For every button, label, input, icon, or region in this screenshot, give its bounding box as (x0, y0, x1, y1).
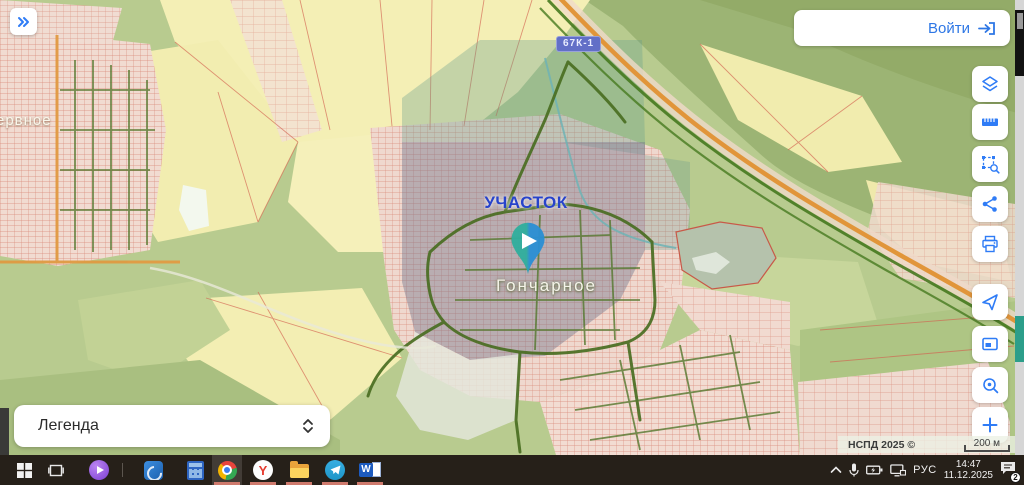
chrome-button[interactable] (212, 455, 242, 485)
mail-app-button[interactable] (138, 455, 168, 485)
legend-dropdown[interactable]: Легенда (14, 405, 330, 447)
file-explorer-button[interactable] (284, 455, 314, 485)
clock-time: 14:47 (944, 459, 993, 470)
yandex-browser-icon: Y (253, 460, 273, 480)
area-search-button[interactable] (972, 146, 1008, 182)
copyright-text: НСПД 2025 © (848, 439, 915, 451)
notification-count-badge: 2 (1010, 472, 1021, 483)
task-view-icon (48, 463, 64, 478)
map-canvas[interactable]: УЧАСТОК Гончарное ервное 67К-1 Войти (0, 0, 1024, 455)
word-button[interactable]: W (354, 455, 386, 485)
login-button[interactable]: Войти (794, 10, 1010, 46)
scale-bar: 200 м (964, 438, 1010, 452)
scrollbar-thumb[interactable] (1017, 13, 1023, 29)
minimap-icon (980, 334, 1000, 354)
expand-sidebar-button[interactable] (10, 8, 37, 35)
settlement-map-label: Гончарное (496, 276, 597, 296)
taskbar-separator (122, 463, 123, 477)
locate-me-button[interactable] (972, 284, 1008, 320)
telegram-button[interactable] (320, 455, 350, 485)
printer-icon (980, 234, 1000, 254)
alisa-icon (89, 460, 109, 480)
language-indicator[interactable]: РУС (913, 464, 937, 476)
plus-icon (980, 415, 1000, 435)
mail-app-icon (144, 461, 163, 480)
legend-label: Легенда (38, 417, 99, 435)
double-chevron-right-icon (16, 14, 32, 30)
map-attribution: НСПД 2025 © 200 м (838, 436, 1016, 453)
window-edge-green-segment (1015, 316, 1024, 362)
layers-icon (980, 74, 1000, 94)
search-magnifier-icon (980, 375, 1000, 395)
calculator-icon (187, 461, 204, 480)
share-icon (980, 194, 1000, 214)
display-icon[interactable] (890, 464, 906, 477)
telegram-icon (325, 460, 345, 480)
notification-center-button[interactable]: 2 (1000, 461, 1016, 480)
battery-icon[interactable] (866, 464, 883, 476)
alisa-assistant-button[interactable] (84, 455, 114, 485)
system-tray: РУС 14:47 11.12.2025 2 (830, 455, 1016, 485)
polygon-search-icon (980, 154, 1000, 174)
microphone-icon[interactable] (849, 463, 859, 477)
settlement-partial-label: ервное (0, 112, 52, 129)
location-pin-icon[interactable] (506, 222, 550, 276)
clock-date: 11.12.2025 (944, 470, 993, 481)
calculator-button[interactable] (180, 455, 210, 485)
expand-collapse-chevrons-icon (302, 417, 314, 435)
desktop-screen: УЧАСТОК Гончарное ервное 67К-1 Войти (0, 0, 1024, 485)
object-search-button[interactable] (972, 367, 1008, 403)
ruler-icon (980, 112, 1000, 132)
minimap-button[interactable] (972, 326, 1008, 362)
measure-button[interactable] (972, 104, 1008, 140)
login-label: Войти (928, 20, 970, 37)
folder-icon (290, 464, 309, 478)
plot-map-label: УЧАСТОК (466, 193, 586, 213)
left-edge-dark-segment (0, 408, 9, 455)
chrome-icon (218, 461, 237, 480)
start-button[interactable] (10, 455, 38, 485)
login-icon (978, 21, 996, 36)
yandex-browser-button[interactable]: Y (248, 455, 278, 485)
highway-route-badge: 67К-1 (556, 36, 601, 52)
share-button[interactable] (972, 186, 1008, 222)
layers-button[interactable] (972, 66, 1008, 102)
taskbar-clock[interactable]: 14:47 11.12.2025 (944, 459, 993, 481)
navigation-arrow-icon (980, 292, 1000, 312)
hidden-icons-chevron[interactable] (830, 466, 842, 474)
word-icon: W (359, 461, 381, 479)
windows-taskbar: Y W (0, 455, 1024, 485)
task-view-button[interactable] (42, 455, 70, 485)
windows-logo-icon (17, 463, 32, 478)
print-button[interactable] (972, 226, 1008, 262)
